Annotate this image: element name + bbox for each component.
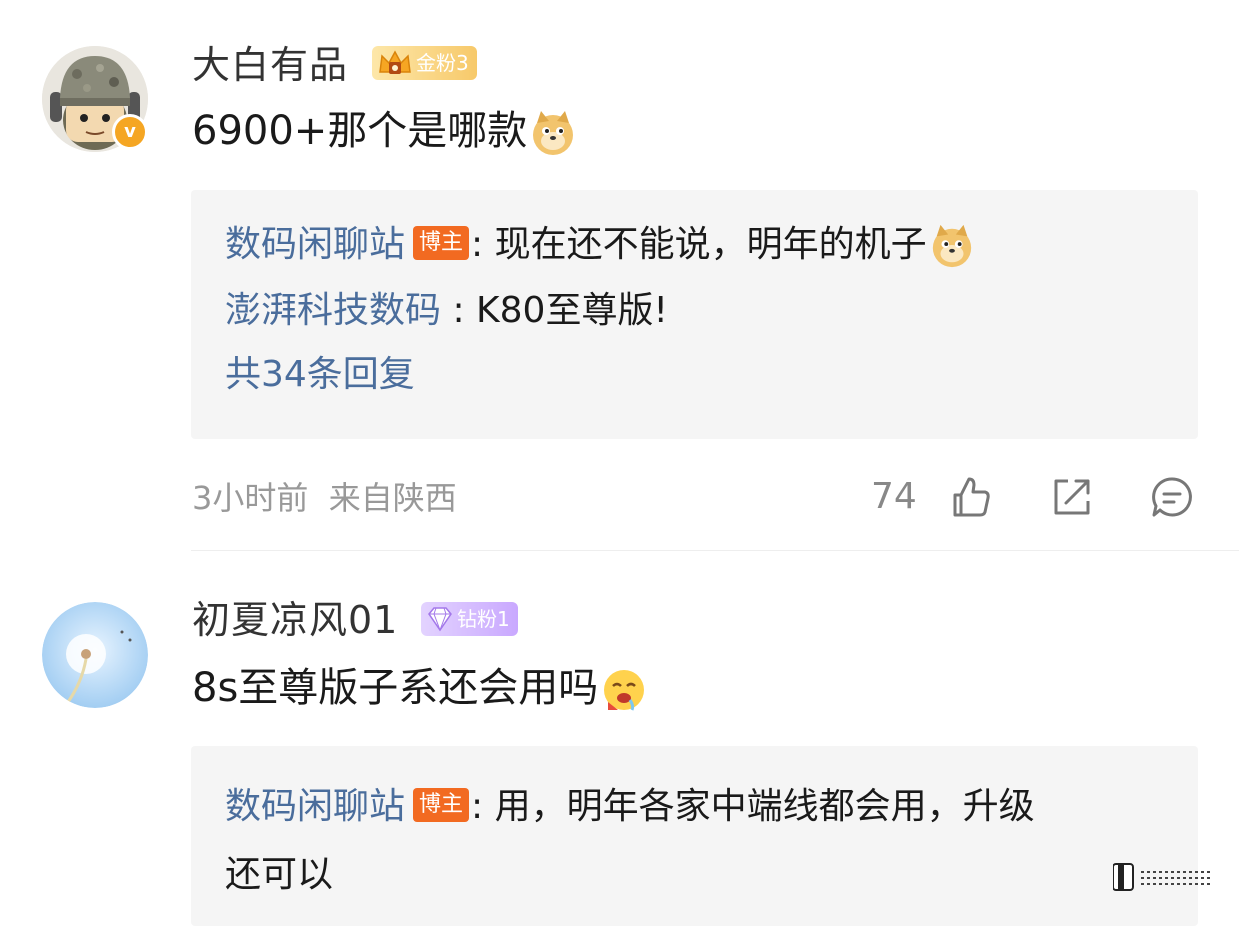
share-icon[interactable] [1050, 475, 1094, 519]
like-count: 74 [871, 476, 917, 517]
reply-author[interactable]: 数码闲聊站 [225, 786, 405, 827]
verified-v-icon: v [112, 114, 148, 150]
diamond-icon [428, 607, 452, 632]
username[interactable]: 初夏凉风01 [192, 597, 398, 643]
username[interactable]: 大白有品 [192, 42, 348, 88]
more-replies-link[interactable]: 共34条回复 [225, 352, 415, 398]
comment-text: 8s至尊版子系还会用吗 [192, 662, 648, 714]
comment-body: 8s至尊版子系还会用吗 [192, 665, 599, 711]
doge-emoji-icon [533, 111, 574, 155]
reply-box[interactable]: 数码闲聊站 博主: 用，明年各家中端线都会用，升级 还可以 [191, 746, 1198, 926]
reply-author[interactable]: 数码闲聊站 [225, 224, 405, 265]
fan-badge[interactable]: 金粉3 [372, 46, 477, 80]
drooling-emoji-icon [604, 670, 645, 711]
doge-emoji-icon [932, 224, 971, 268]
reply-author[interactable]: 澎湃科技数码 [225, 290, 441, 331]
location: 来自陕西 [328, 479, 457, 517]
reply-item: 澎湃科技数码 : K80至尊版! [225, 288, 668, 334]
comment-meta: 3小时前 来自陕西 [192, 478, 457, 518]
reply-item: 数码闲聊站 博主: 用，明年各家中端线都会用，升级 [225, 784, 1035, 830]
reply-text: : 用，明年各家中端线都会用，升级 [471, 786, 1035, 827]
reply-box[interactable]: 数码闲聊站 博主: 现在还不能说，明年的机子 澎湃科技数码 : K80至尊版! 共… [191, 190, 1198, 439]
reply-text: : K80至尊版! [441, 290, 668, 331]
host-badge: 博主 [413, 788, 470, 822]
dandelion-avatar-icon [42, 602, 148, 708]
host-badge: 博主 [413, 226, 470, 260]
reply-text: : 现在还不能说，明年的机子 [471, 224, 927, 265]
fan-badge[interactable]: 钻粉1 [421, 602, 518, 636]
reply-item: 数码闲聊站 博主: 现在还不能说，明年的机子 [225, 222, 975, 269]
timestamp: 3小时前 [192, 479, 309, 517]
reply-text-continued: 还可以 [225, 854, 334, 895]
fan-badge-label: 金粉3 [416, 51, 469, 75]
avatar[interactable] [42, 602, 148, 708]
comment-divider [191, 550, 1239, 551]
comment-text: 6900+那个是哪款 [192, 105, 577, 157]
thumb-up-icon[interactable] [949, 475, 993, 519]
fan-badge-label: 钻粉1 [457, 607, 510, 631]
crown-icon [379, 50, 411, 74]
comment-icon[interactable] [1150, 475, 1194, 519]
scroll-indicator-icon[interactable] [1113, 862, 1217, 892]
comment-body: 6900+那个是哪款 [192, 108, 528, 154]
